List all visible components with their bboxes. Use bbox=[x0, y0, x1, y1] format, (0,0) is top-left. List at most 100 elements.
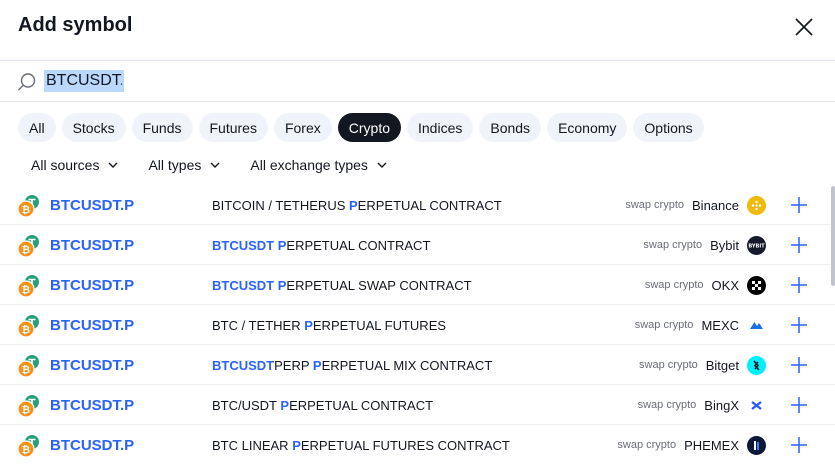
description-text: BTC/USDT bbox=[212, 398, 281, 413]
exchange-name: PHEMEX bbox=[684, 437, 739, 453]
svg-text:₿: ₿ bbox=[22, 364, 30, 376]
svg-text:₿: ₿ bbox=[22, 244, 30, 256]
add-symbol-plus-icon[interactable] bbox=[789, 435, 809, 455]
description-text: PERP bbox=[274, 358, 313, 373]
add-symbol-plus-icon[interactable] bbox=[789, 395, 809, 415]
exchange-name: Bybit bbox=[710, 237, 739, 253]
symbol-description: BTCUSDT PERPETUAL CONTRACT bbox=[212, 238, 430, 253]
category-chip-all[interactable]: All bbox=[18, 113, 56, 142]
symbol-type: swap crypto bbox=[634, 319, 694, 331]
category-chip-funds[interactable]: Funds bbox=[131, 113, 193, 142]
binance-icon bbox=[747, 195, 766, 215]
result-row[interactable]: ₿ BTCUSDT.P BTCUSDT PERPETUAL SWAP CONTRAC… bbox=[0, 265, 835, 305]
result-row[interactable]: ₿ BTCUSDT.P BTCUSDT PERPETUAL CONTRACT swap… bbox=[0, 225, 835, 265]
search-divider bbox=[0, 101, 835, 102]
sources-filter-label: All sources bbox=[31, 157, 100, 173]
description-text: ERPETUAL FUTURES CONTRACT bbox=[300, 438, 510, 453]
category-chip-economy[interactable]: Economy bbox=[547, 113, 628, 142]
symbol-description: BTC LINEAR PERPETUAL FUTURES CONTRACT bbox=[212, 438, 510, 453]
result-row[interactable]: ₿ BTCUSDT.P BTCUSDTPERP PERPETUAL MIX CONT… bbox=[0, 345, 835, 385]
category-chip-crypto[interactable]: Crypto bbox=[337, 113, 401, 142]
category-chip-stocks[interactable]: Stocks bbox=[61, 113, 126, 142]
category-chip-futures[interactable]: Futures bbox=[198, 113, 268, 142]
add-symbol-plus-icon[interactable] bbox=[789, 355, 809, 375]
types-filter-label: All types bbox=[148, 157, 202, 173]
filter-bar: All sources All types All exchange types bbox=[31, 157, 387, 173]
btc-usdt-logo-icon: ₿ bbox=[17, 395, 39, 418]
symbol-name: BTCUSDT.P bbox=[50, 437, 135, 454]
exchange-name: Bitget bbox=[705, 357, 739, 373]
result-row[interactable]: ₿ BTCUSDT.P BTC LINEAR PERPETUAL FUTURES C… bbox=[0, 425, 835, 465]
description-text: ERPETUAL SWAP CONTRACT bbox=[286, 278, 472, 293]
add-symbol-plus-icon[interactable] bbox=[789, 235, 809, 255]
category-chip-options[interactable]: Options bbox=[633, 113, 704, 142]
chevron-down-icon bbox=[377, 162, 387, 168]
btc-usdt-logo-icon: ₿ bbox=[17, 195, 39, 218]
symbol-name: BTCUSDT.P bbox=[50, 277, 135, 294]
exchange-name: MEXC bbox=[701, 317, 739, 333]
description-text: ERPETUAL CONTRACT bbox=[289, 398, 434, 413]
btc-usdt-logo-icon: ₿ bbox=[17, 315, 39, 338]
description-text: BTC / TETHER bbox=[212, 318, 305, 333]
search-input[interactable] bbox=[44, 70, 124, 92]
result-row[interactable]: ₿ BTCUSDT.P BTC/USDT PERPETUAL CONTRACT swa… bbox=[0, 385, 835, 425]
results-list: ₿ BTCUSDT.P BITCOIN / TETHERUS PERPETUAL C… bbox=[0, 185, 835, 465]
close-icon[interactable] bbox=[793, 16, 815, 38]
dialog-title: Add symbol bbox=[18, 14, 133, 36]
add-symbol-plus-icon[interactable] bbox=[789, 195, 809, 215]
symbol-description: BTC / TETHER PERPETUAL FUTURES bbox=[212, 318, 446, 333]
btc-usdt-logo-icon: ₿ bbox=[17, 235, 39, 258]
btc-usdt-logo-icon: ₿ bbox=[17, 435, 39, 458]
description-text: ERPETUAL MIX CONTRACT bbox=[321, 358, 493, 373]
chevron-down-icon bbox=[108, 162, 118, 168]
description-text: ERPETUAL CONTRACT bbox=[357, 198, 502, 213]
exchange-info: swap crypto BingX bbox=[638, 394, 766, 416]
symbol-type: swap crypto bbox=[643, 239, 703, 251]
description-text: ERPETUAL FUTURES bbox=[312, 318, 447, 333]
search-icon bbox=[18, 73, 36, 91]
category-chip-indices[interactable]: Indices bbox=[407, 113, 474, 142]
category-chips: All Stocks Funds Futures Forex Crypto Indices B… bbox=[18, 113, 704, 142]
sources-filter[interactable]: All sources bbox=[31, 157, 118, 173]
exchange-info: swap crypto PHEMEX bbox=[617, 434, 766, 456]
bybit-icon: BYBIT bbox=[747, 235, 766, 255]
bitget-icon bbox=[747, 355, 766, 375]
result-row[interactable]: ₿ BTCUSDT.P BITCOIN / TETHERUS PERPETUAL C… bbox=[0, 185, 835, 225]
mexc-icon bbox=[747, 316, 766, 335]
category-chip-bonds[interactable]: Bonds bbox=[479, 113, 542, 142]
description-text: BITCOIN / TETHERUS bbox=[212, 198, 349, 213]
add-symbol-plus-icon[interactable] bbox=[789, 275, 809, 295]
symbol-type: swap crypto bbox=[617, 439, 677, 451]
exchange-info: swap crypto OKX bbox=[645, 274, 766, 296]
exchange-types-filter-label: All exchange types bbox=[250, 157, 368, 173]
chevron-down-icon bbox=[210, 162, 220, 168]
add-symbol-plus-icon[interactable] bbox=[789, 315, 809, 335]
exchange-name: OKX bbox=[711, 277, 739, 293]
symbol-name: BTCUSDT.P bbox=[50, 237, 135, 254]
description-match-highlight: P bbox=[349, 198, 358, 213]
symbol-description: BTCUSDT PERPETUAL SWAP CONTRACT bbox=[212, 278, 472, 293]
symbol-name: BTCUSDT.P bbox=[50, 197, 135, 214]
description-match-highlight: BTCUSDT bbox=[212, 358, 275, 373]
exchange-info: swap crypto Bitget bbox=[639, 354, 766, 376]
scrollbar[interactable] bbox=[831, 186, 835, 286]
exchange-name: Binance bbox=[692, 197, 739, 213]
exchange-types-filter[interactable]: All exchange types bbox=[250, 157, 387, 173]
exchange-info: swap crypto Binance bbox=[625, 194, 766, 216]
description-match-highlight: P bbox=[312, 358, 322, 373]
phemex-icon bbox=[747, 435, 766, 455]
svg-text:₿: ₿ bbox=[22, 284, 30, 296]
result-row[interactable]: ₿ BTCUSDT.P BTC / TETHER PERPETUAL FUTURES… bbox=[0, 305, 835, 345]
category-chip-forex[interactable]: Forex bbox=[273, 113, 332, 142]
search-bar bbox=[0, 61, 835, 101]
types-filter[interactable]: All types bbox=[148, 157, 220, 173]
okx-icon bbox=[747, 275, 766, 295]
description-match-highlight: P bbox=[304, 318, 313, 333]
symbol-description: BTC/USDT PERPETUAL CONTRACT bbox=[212, 398, 433, 413]
svg-text:BYBIT: BYBIT bbox=[748, 243, 765, 249]
symbol-name: BTCUSDT.P bbox=[50, 397, 135, 414]
svg-text:₿: ₿ bbox=[22, 204, 30, 216]
svg-text:₿: ₿ bbox=[22, 404, 30, 416]
symbol-name: BTCUSDT.P bbox=[50, 317, 135, 334]
btc-usdt-logo-icon: ₿ bbox=[17, 275, 39, 298]
